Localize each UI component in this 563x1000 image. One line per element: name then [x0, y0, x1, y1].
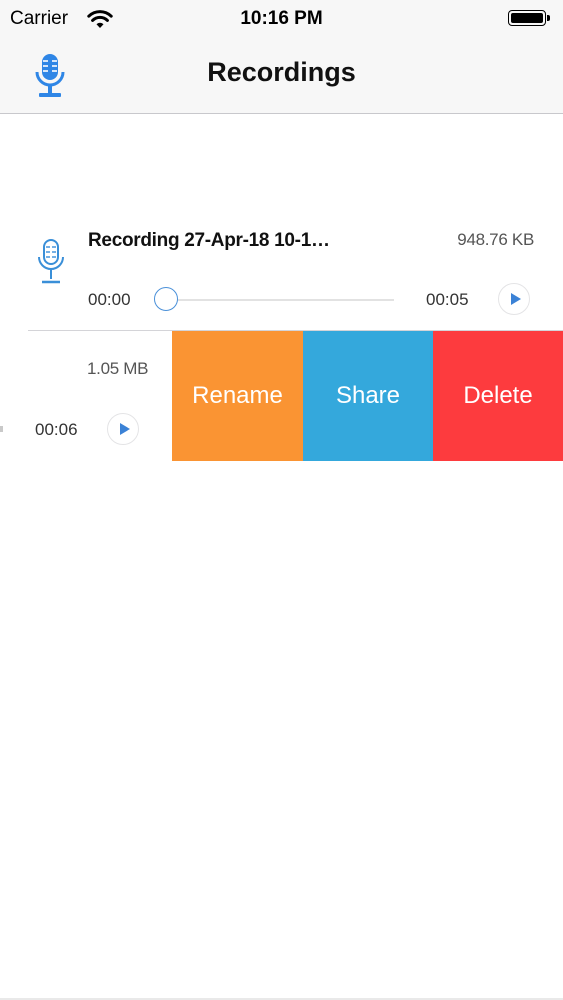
share-button[interactable]: Share	[303, 331, 433, 461]
status-bar: Carrier 10:16 PM	[0, 0, 563, 40]
play-button[interactable]	[498, 283, 530, 315]
playback-slider[interactable]	[166, 299, 394, 301]
slider-thumb[interactable]	[154, 287, 178, 311]
row-edge-mark	[0, 426, 3, 432]
recording-row[interactable]: Recording 27-Apr-18 10-1… 948.76 KB 00:0…	[0, 216, 563, 330]
elapsed-time: 00:00	[88, 290, 131, 309]
play-button[interactable]	[107, 413, 139, 445]
delete-button[interactable]: Delete	[433, 331, 563, 461]
microphone-icon	[38, 239, 64, 284]
battery-icon	[508, 10, 550, 27]
total-duration: 00:06	[35, 420, 78, 439]
play-icon	[120, 423, 130, 435]
total-duration: 00:05	[426, 290, 469, 309]
recording-title: Recording 27-Apr-18 10-1…	[88, 230, 330, 251]
recording-row-swiped[interactable]: 1.05 MB 00:06 Rename Share Delete	[0, 331, 563, 461]
recordings-screen: Carrier 10:16 PM Recordings Recording 27…	[0, 0, 563, 1000]
play-icon	[511, 293, 521, 305]
status-time: 10:16 PM	[240, 8, 323, 29]
page-title: Recordings	[207, 57, 356, 87]
navigation-bar: Recordings	[0, 40, 563, 114]
rename-button[interactable]: Rename	[172, 331, 303, 461]
recording-size: 1.05 MB	[87, 359, 149, 378]
recording-size: 948.76 KB	[457, 230, 534, 249]
